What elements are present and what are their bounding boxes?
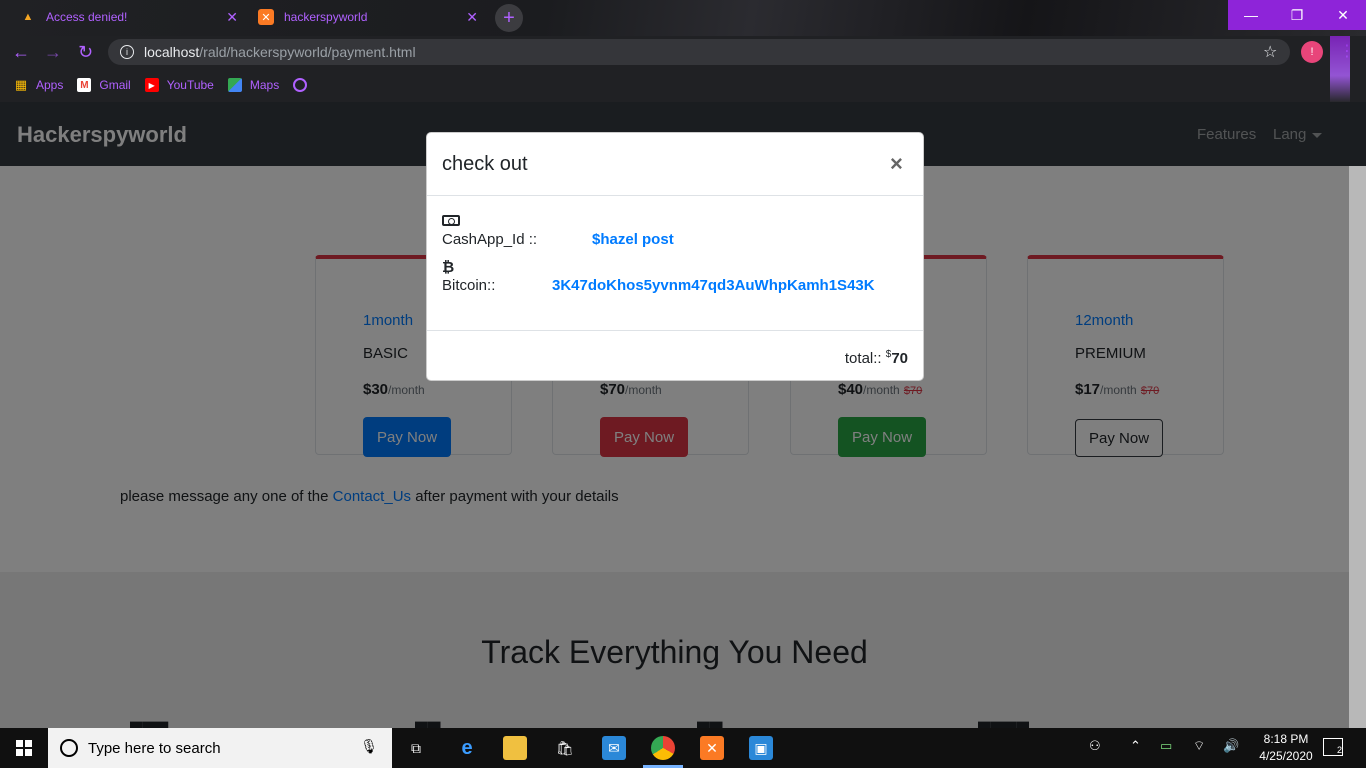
warning-logo-icon: ▲ [22,11,34,23]
modal-header: check out × [427,133,923,196]
bookmark-maps[interactable]: Maps [227,78,280,92]
tab-close-icon[interactable]: ✕ [466,9,478,26]
cashapp-row: CashApp_Id :: $hazel post [442,231,912,255]
show-hidden-icons-icon[interactable]: ⌃ [1130,738,1141,754]
total-amount: total:: $70 [845,349,908,367]
site-info-icon[interactable]: i [120,45,134,59]
chrome-icon[interactable] [651,736,675,760]
back-arrow-icon[interactable]: ← [12,42,30,63]
bookmark-apps[interactable]: ▦ Apps [14,77,64,92]
clock-date: 4/25/2020 [1259,749,1313,763]
bookmark-star-icon[interactable]: ☆ [1263,42,1277,62]
apps-grid-icon: ▦ [14,77,28,92]
bookmark-label: Gmail [99,78,131,92]
bookmark-label: YouTube [166,78,214,92]
browser-toolbar: ← → ↻ i localhost /rald/hackerspyworld/p… [0,36,1366,68]
url-path: /rald/hackerspyworld/payment.html [199,44,416,60]
browser-tab-strip: ▲ Access denied! ✕ ✕ hackerspyworld ✕ + … [0,0,1366,36]
bookmark-label: Maps [249,78,280,92]
action-center-icon[interactable]: 2 [1323,738,1343,756]
app-icon[interactable]: ▣ [749,736,773,760]
maps-icon [227,78,242,92]
bookmark-youtube[interactable]: ▶ YouTube [144,78,214,92]
bitcoin-address-value: 3K47doKhos5yvnm47qd3AuWhpKamh1S43K [552,277,875,294]
start-button[interactable] [0,728,48,768]
wifi-icon[interactable]: ⌔ [1193,738,1205,754]
minimize-button[interactable]: — [1228,0,1274,30]
profile-avatar[interactable]: ! [1301,41,1323,63]
xampp-icon: ✕ [258,9,274,25]
bookmarks-bar: ▦ Apps M Gmail ▶ YouTube Maps [0,68,1366,102]
bitcoin-icon: ₿ [442,259,455,276]
edge-icon[interactable]: e [455,736,479,760]
globe-icon [293,78,308,92]
total-label: total:: [844,350,882,367]
modal-title: check out [442,153,528,175]
close-window-button[interactable]: ✕ [1320,0,1366,30]
clock-time: 8:18 PM [1263,732,1309,746]
volume-icon[interactable]: 🔊 [1223,738,1239,754]
taskbar-search-box[interactable]: Type here to search 🎙 [48,728,392,768]
wallpaper-accent [1330,36,1350,102]
cash-row-icon [442,213,912,231]
reload-icon[interactable]: ↻ [78,42,93,63]
file-explorer-icon[interactable] [503,736,527,760]
new-tab-button[interactable]: + [495,4,523,32]
close-icon[interactable]: × [890,151,903,177]
mail-icon[interactable]: ✉ [602,736,626,760]
cashapp-id-value: $hazel post [592,231,674,248]
microphone-icon[interactable]: 🎙 [360,738,378,755]
web-page: Hackerspyworld Features Lang 1month BASI… [0,102,1366,728]
checkout-modal: check out × CashApp_Id :: $hazel post ₿ … [426,132,924,381]
browser-tab-access-denied[interactable]: ▲ Access denied! ✕ [8,0,246,34]
cortana-icon [60,739,78,757]
youtube-icon: ▶ [144,78,159,92]
tab-title: hackerspyworld [284,10,368,24]
windows-taskbar: Type here to search 🎙 ⧉ e 🛍 ✉ ✕ ▣ ⚇ ⌃ ▭ … [0,728,1366,768]
task-view-icon[interactable]: ⧉ [404,736,428,760]
browser-tab-hackerspyworld[interactable]: ✕ hackerspyworld ✕ [248,0,486,34]
bookmark-gmail[interactable]: M Gmail [77,78,131,92]
store-icon[interactable]: 🛍 [553,736,577,760]
system-clock[interactable]: 8:18 PM 4/25/2020 [1256,731,1316,765]
modal-body: CashApp_Id :: $hazel post ₿ Bitcoin:: 3K… [442,213,912,301]
notification-count: 2 [1336,745,1342,755]
bitcoin-label: Bitcoin:: [442,277,496,294]
address-bar[interactable]: i localhost /rald/hackerspyworld/payment… [108,39,1290,65]
page-scrollbar[interactable] [1349,166,1366,728]
total-value: 70 [891,350,908,367]
gmail-icon: M [77,78,92,92]
windows-logo-icon [16,740,32,756]
restore-button[interactable]: ❐ [1274,0,1320,30]
tab-close-icon[interactable]: ✕ [226,9,238,26]
battery-icon[interactable]: ▭ [1160,738,1172,754]
bitcoin-row-icon: ₿ [442,255,912,277]
cash-icon [442,215,460,226]
bookmark-globe[interactable] [293,78,315,92]
xampp-icon[interactable]: ✕ [700,736,724,760]
bitcoin-row: Bitcoin:: 3K47doKhos5yvnm47qd3AuWhpKamh1… [442,277,912,301]
bookmark-label: Apps [36,78,64,92]
people-icon[interactable]: ⚇ [1089,738,1101,754]
tab-title: Access denied! [46,10,128,24]
search-placeholder: Type here to search [88,739,221,757]
url-host: localhost [144,44,200,60]
cashapp-label: CashApp_Id :: [442,231,538,248]
forward-arrow-icon[interactable]: → [44,42,62,63]
modal-footer: total:: $70 [427,330,923,380]
